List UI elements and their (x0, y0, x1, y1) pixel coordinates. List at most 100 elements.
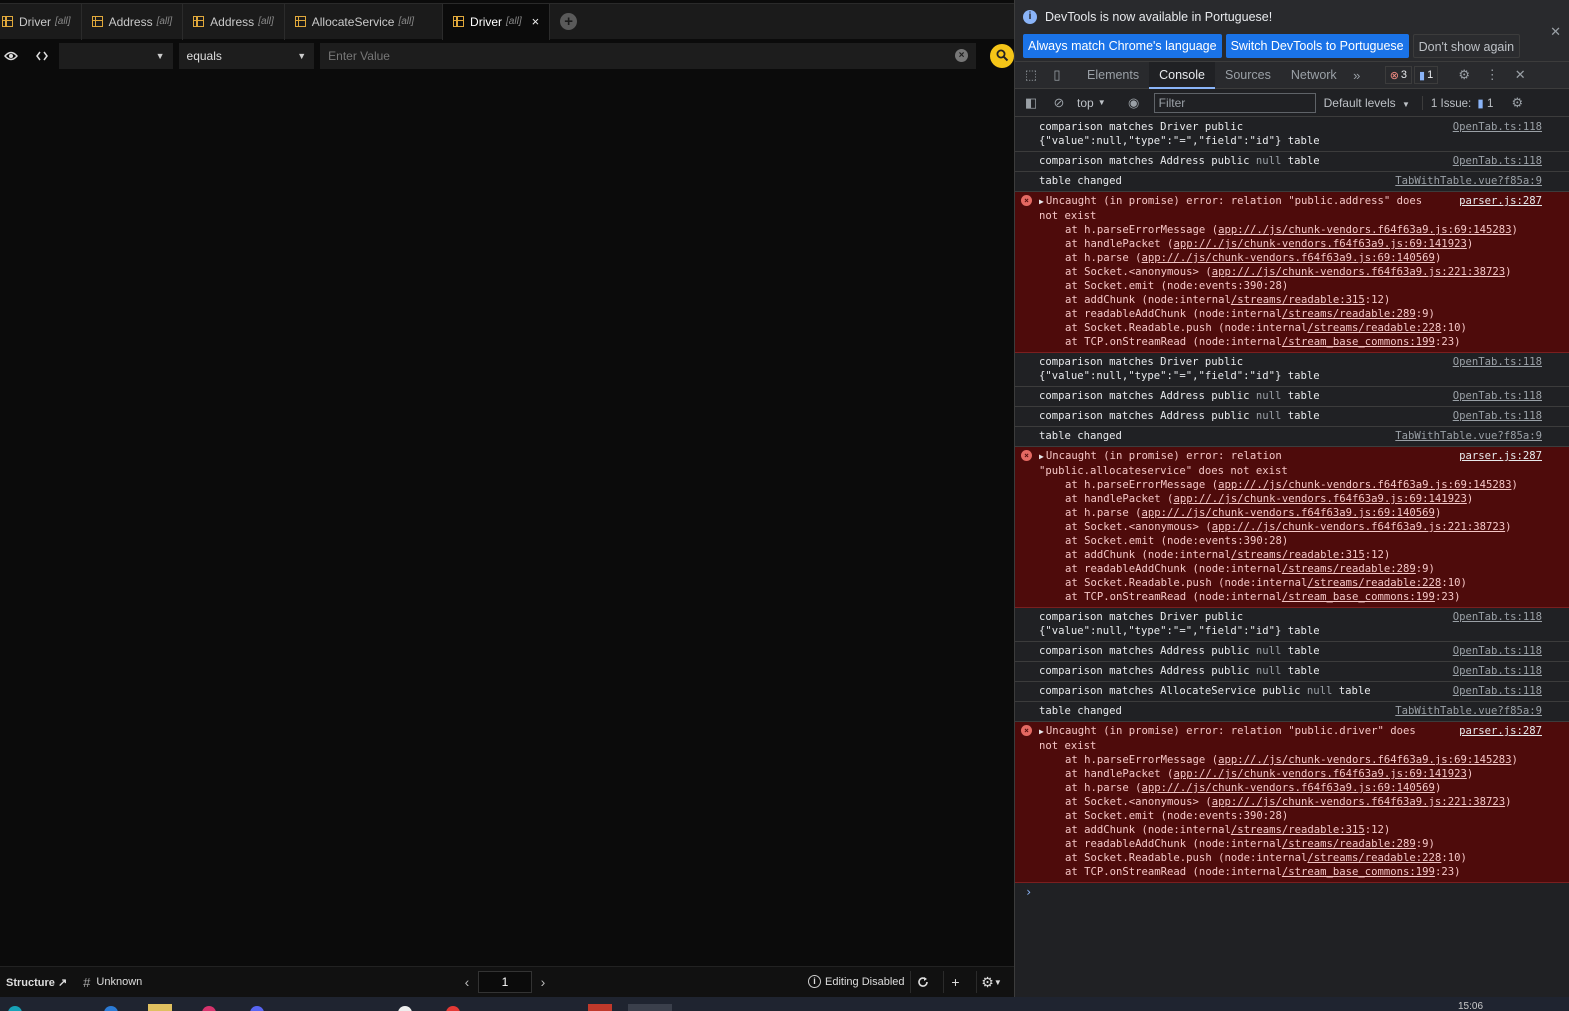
source-link[interactable]: parser.js:287 (1459, 724, 1542, 738)
app-icon[interactable] (446, 1006, 460, 1011)
stack-link[interactable]: app://./js/chunk-vendors.f64f63a9.js:221… (1212, 521, 1505, 533)
stack-link[interactable]: /streams/readable:289 (1282, 308, 1416, 320)
page-input[interactable]: 1 (478, 971, 532, 993)
device-toolbar-icon[interactable]: ▯ (1047, 67, 1067, 83)
expand-triangle-icon[interactable]: ▶ (1039, 195, 1044, 209)
dont-show-again-button[interactable]: Don't show again (1412, 34, 1521, 58)
tab-address-2[interactable]: Address [all] (183, 3, 285, 40)
source-link[interactable]: OpenTab.ts:118 (1453, 684, 1542, 698)
clear-icon[interactable]: × (955, 49, 969, 62)
add-tab-button[interactable]: + (560, 13, 578, 30)
structure-button[interactable]: Structure ↗ (6, 976, 67, 989)
source-link[interactable]: OpenTab.ts:118 (1453, 355, 1542, 369)
issues-button[interactable]: 1 Issue: ▮ 1 (1421, 95, 1493, 110)
stack-link[interactable]: /stream_base_commons:199 (1282, 591, 1435, 603)
source-link[interactable]: OpenTab.ts:118 (1453, 154, 1542, 168)
switch-language-button[interactable]: Switch DevTools to Portuguese (1225, 34, 1409, 58)
expand-triangle-icon[interactable]: ▶ (1039, 725, 1044, 739)
stack-link[interactable]: app://./js/chunk-vendors.f64f63a9.js:69:… (1218, 479, 1511, 491)
stack-link[interactable]: /stream_base_commons:199 (1282, 866, 1435, 878)
inspect-icon[interactable]: ⬚ (1021, 67, 1041, 83)
stack-link[interactable]: app://./js/chunk-vendors.f64f63a9.js:221… (1212, 796, 1505, 808)
source-link[interactable]: OpenTab.ts:118 (1453, 120, 1542, 134)
tab-allocateservice[interactable]: AllocateService [all] (285, 3, 444, 40)
tab-network[interactable]: Network (1281, 62, 1347, 89)
stack-link[interactable]: app://./js/chunk-vendors.f64f63a9.js:69:… (1173, 768, 1466, 780)
sidebar-toggle-icon[interactable]: ◧ (1021, 95, 1041, 111)
tab-elements[interactable]: Elements (1077, 62, 1149, 89)
match-language-button[interactable]: Always match Chrome's language (1023, 34, 1222, 58)
source-link[interactable]: parser.js:287 (1459, 194, 1542, 208)
source-link[interactable]: TabWithTable.vue?f85a:9 (1395, 429, 1542, 443)
stack-link[interactable]: app://./js/chunk-vendors.f64f63a9.js:69:… (1218, 754, 1511, 766)
settings-button[interactable]: ⚙ ▼ (976, 971, 1006, 993)
stack-link[interactable]: /streams/readable:315 (1231, 294, 1365, 306)
tab-sources[interactable]: Sources (1215, 62, 1281, 89)
context-select[interactable]: top ▼ (1077, 96, 1106, 110)
tab-driver-active[interactable]: Driver [all] × (443, 3, 551, 40)
console-filter-input[interactable]: Filter (1153, 92, 1316, 113)
close-icon[interactable]: ✕ (1550, 24, 1561, 40)
app-icon[interactable] (202, 1006, 216, 1011)
gear-icon[interactable]: ⚙ (1507, 95, 1527, 111)
tab-driver[interactable]: Driver [all] (0, 3, 82, 40)
close-devtools-icon[interactable]: ✕ (1510, 67, 1530, 83)
column-select[interactable]: ▼ (58, 42, 173, 69)
stack-link[interactable]: /streams/readable:228 (1307, 852, 1441, 864)
close-tab-icon[interactable]: × (532, 14, 540, 29)
source-link[interactable]: OpenTab.ts:118 (1453, 610, 1542, 624)
table-icon (91, 16, 103, 27)
stack-link[interactable]: /streams/readable:315 (1231, 549, 1365, 561)
stack-link[interactable]: app://./js/chunk-vendors.f64f63a9.js:221… (1212, 266, 1505, 278)
app-icon[interactable] (8, 1006, 22, 1011)
next-page-icon[interactable]: › (536, 974, 550, 990)
expand-triangle-icon[interactable]: ▶ (1039, 450, 1044, 464)
eye-icon[interactable] (0, 45, 22, 67)
code-icon[interactable] (31, 45, 53, 67)
source-link[interactable]: TabWithTable.vue?f85a:9 (1395, 174, 1542, 188)
error-count-badge[interactable]: ⊗ 3 (1384, 66, 1413, 84)
more-tabs-icon[interactable]: » (1347, 68, 1367, 83)
stack-link[interactable]: /streams/readable:289 (1282, 563, 1416, 575)
stack-link[interactable]: app://./js/chunk-vendors.f64f63a9.js:69:… (1142, 252, 1435, 264)
app-icon[interactable] (148, 1004, 172, 1011)
tab-sublabel: [all] (55, 16, 71, 27)
prev-page-icon[interactable]: ‹ (460, 974, 474, 990)
source-link[interactable]: OpenTab.ts:118 (1453, 644, 1542, 658)
kebab-menu-icon[interactable]: ⋮ (1482, 67, 1502, 83)
source-link[interactable]: parser.js:287 (1459, 449, 1542, 463)
stack-link[interactable]: app://./js/chunk-vendors.f64f63a9.js:69:… (1173, 238, 1466, 250)
stack-link[interactable]: /streams/readable:228 (1307, 322, 1441, 334)
stack-link[interactable]: /streams/readable:228 (1307, 577, 1441, 589)
message-count-badge[interactable]: ▮ 1 (1414, 66, 1439, 84)
app-icon[interactable] (250, 1006, 264, 1011)
source-link[interactable]: OpenTab.ts:118 (1453, 409, 1542, 423)
tab-console[interactable]: Console (1149, 61, 1215, 89)
stack-link[interactable]: app://./js/chunk-vendors.f64f63a9.js:69:… (1173, 493, 1466, 505)
search-button[interactable] (990, 43, 1014, 68)
source-link[interactable]: OpenTab.ts:118 (1453, 664, 1542, 678)
clear-console-icon[interactable]: ⊘ (1049, 95, 1069, 111)
stack-link[interactable]: /streams/readable:315 (1231, 824, 1365, 836)
gear-icon[interactable]: ⚙ (1454, 67, 1474, 83)
console-prompt[interactable]: › (1015, 883, 1569, 901)
stack-link[interactable]: /stream_base_commons:199 (1282, 336, 1435, 348)
tab-address[interactable]: Address [all] (82, 3, 184, 40)
eye-icon[interactable]: ◉ (1124, 95, 1144, 111)
stack-link[interactable]: app://./js/chunk-vendors.f64f63a9.js:69:… (1142, 507, 1435, 519)
log-levels-select[interactable]: Default levels ▼ (1324, 96, 1410, 110)
stack-link[interactable]: /streams/readable:289 (1282, 838, 1416, 850)
active-app-icon[interactable] (628, 1004, 672, 1011)
stack-link[interactable]: app://./js/chunk-vendors.f64f63a9.js:69:… (1218, 224, 1511, 236)
app-icon[interactable] (588, 1004, 612, 1011)
refresh-button[interactable] (910, 971, 934, 993)
value-input[interactable]: Enter Value × (320, 42, 977, 69)
source-link[interactable]: TabWithTable.vue?f85a:9 (1395, 704, 1542, 718)
app-icon[interactable] (398, 1006, 412, 1011)
stack-link[interactable]: app://./js/chunk-vendors.f64f63a9.js:69:… (1142, 782, 1435, 794)
source-link[interactable]: OpenTab.ts:118 (1453, 389, 1542, 403)
pagination: ‹ 1 › (460, 971, 550, 993)
operator-select[interactable]: equals ▼ (178, 42, 315, 69)
add-row-button[interactable]: + (943, 971, 967, 993)
app-icon[interactable] (104, 1006, 118, 1011)
